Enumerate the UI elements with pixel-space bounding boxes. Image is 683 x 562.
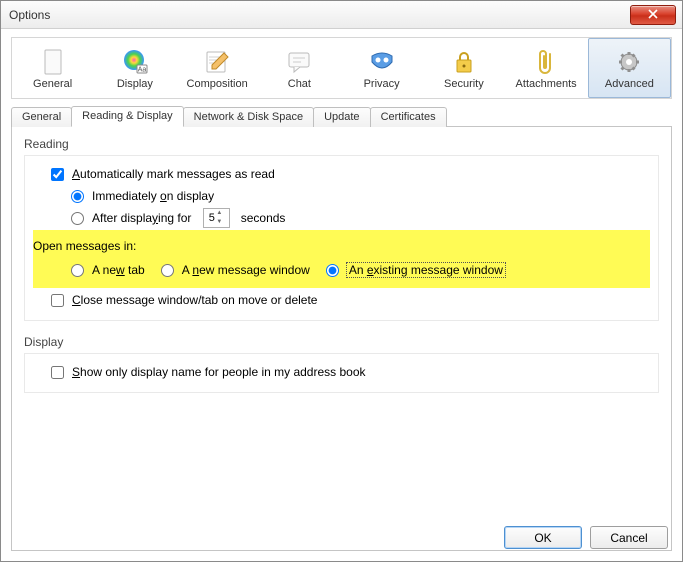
show-only-name-checkbox[interactable] [51,366,64,379]
subtab-row: General Reading & Display Network & Disk… [11,105,672,126]
category-general[interactable]: General [12,38,94,98]
category-advanced[interactable]: Advanced [588,38,671,98]
immediately-label: Immediately on display [92,189,214,203]
tab-update[interactable]: Update [313,107,370,127]
open-existing-label: An existing message window [347,263,505,277]
category-composition[interactable]: Composition [177,38,259,98]
open-newtab-radio[interactable] [71,264,84,277]
open-existing-radio[interactable] [326,264,339,277]
window-title: Options [9,8,630,22]
immediately-radio[interactable] [71,190,84,203]
group-display-title: Display [24,335,659,349]
auto-mark-checkbox[interactable] [51,168,64,181]
category-label: Security [444,78,484,90]
gear-icon [613,48,645,76]
close-on-move-checkbox[interactable] [51,294,64,307]
category-label: Attachments [516,78,577,90]
category-label: Composition [187,78,248,90]
category-display[interactable]: Aa Display [94,38,176,98]
seconds-label: seconds [241,211,286,225]
close-icon [648,8,658,22]
ok-button[interactable]: OK [504,526,582,549]
auto-mark-label: Automatically mark messages as read [72,167,275,181]
category-label: Chat [288,78,311,90]
palette-icon: Aa [119,48,151,76]
chat-icon [283,48,315,76]
page-icon [37,48,69,76]
mask-icon [366,48,398,76]
svg-text:Aa: Aa [138,67,147,74]
compose-icon [201,48,233,76]
open-newwindow-radio[interactable] [161,264,174,277]
open-messages-label: Open messages in: [33,239,136,253]
open-messages-highlight: Open messages in: A new tab A new messag… [33,230,650,288]
category-security[interactable]: Security [423,38,505,98]
tab-general[interactable]: General [11,107,72,127]
tab-certificates[interactable]: Certificates [370,107,447,127]
category-label: Display [117,78,153,90]
open-newwindow-label: A new message window [182,263,310,277]
group-reading: Automatically mark messages as read Imme… [24,155,659,321]
after-label: After displaying for [92,211,191,225]
category-label: Privacy [364,78,400,90]
cancel-button[interactable]: Cancel [590,526,668,549]
group-display: Show only display name for people in my … [24,353,659,393]
panel: Reading Automatically mark messages as r… [11,126,672,551]
spinner-icon[interactable]: ▲▼ [216,209,223,227]
category-label: General [33,78,72,90]
tab-network-disk[interactable]: Network & Disk Space [183,107,314,127]
category-chat[interactable]: Chat [259,38,341,98]
after-radio[interactable] [71,212,84,225]
tab-reading-display[interactable]: Reading & Display [71,106,184,127]
category-attachments[interactable]: Attachments [506,38,588,98]
close-button[interactable] [630,5,676,25]
close-on-move-label: Close message window/tab on move or dele… [72,293,317,307]
paperclip-icon [530,48,562,76]
category-toolbar: General Aa Display Composition Chat Priv… [11,37,672,99]
lock-icon [448,48,480,76]
category-privacy[interactable]: Privacy [341,38,423,98]
category-label: Advanced [605,78,654,90]
open-newtab-label: A new tab [92,263,145,277]
show-only-name-label: Show only display name for people in my … [72,365,366,379]
group-reading-title: Reading [24,137,659,151]
